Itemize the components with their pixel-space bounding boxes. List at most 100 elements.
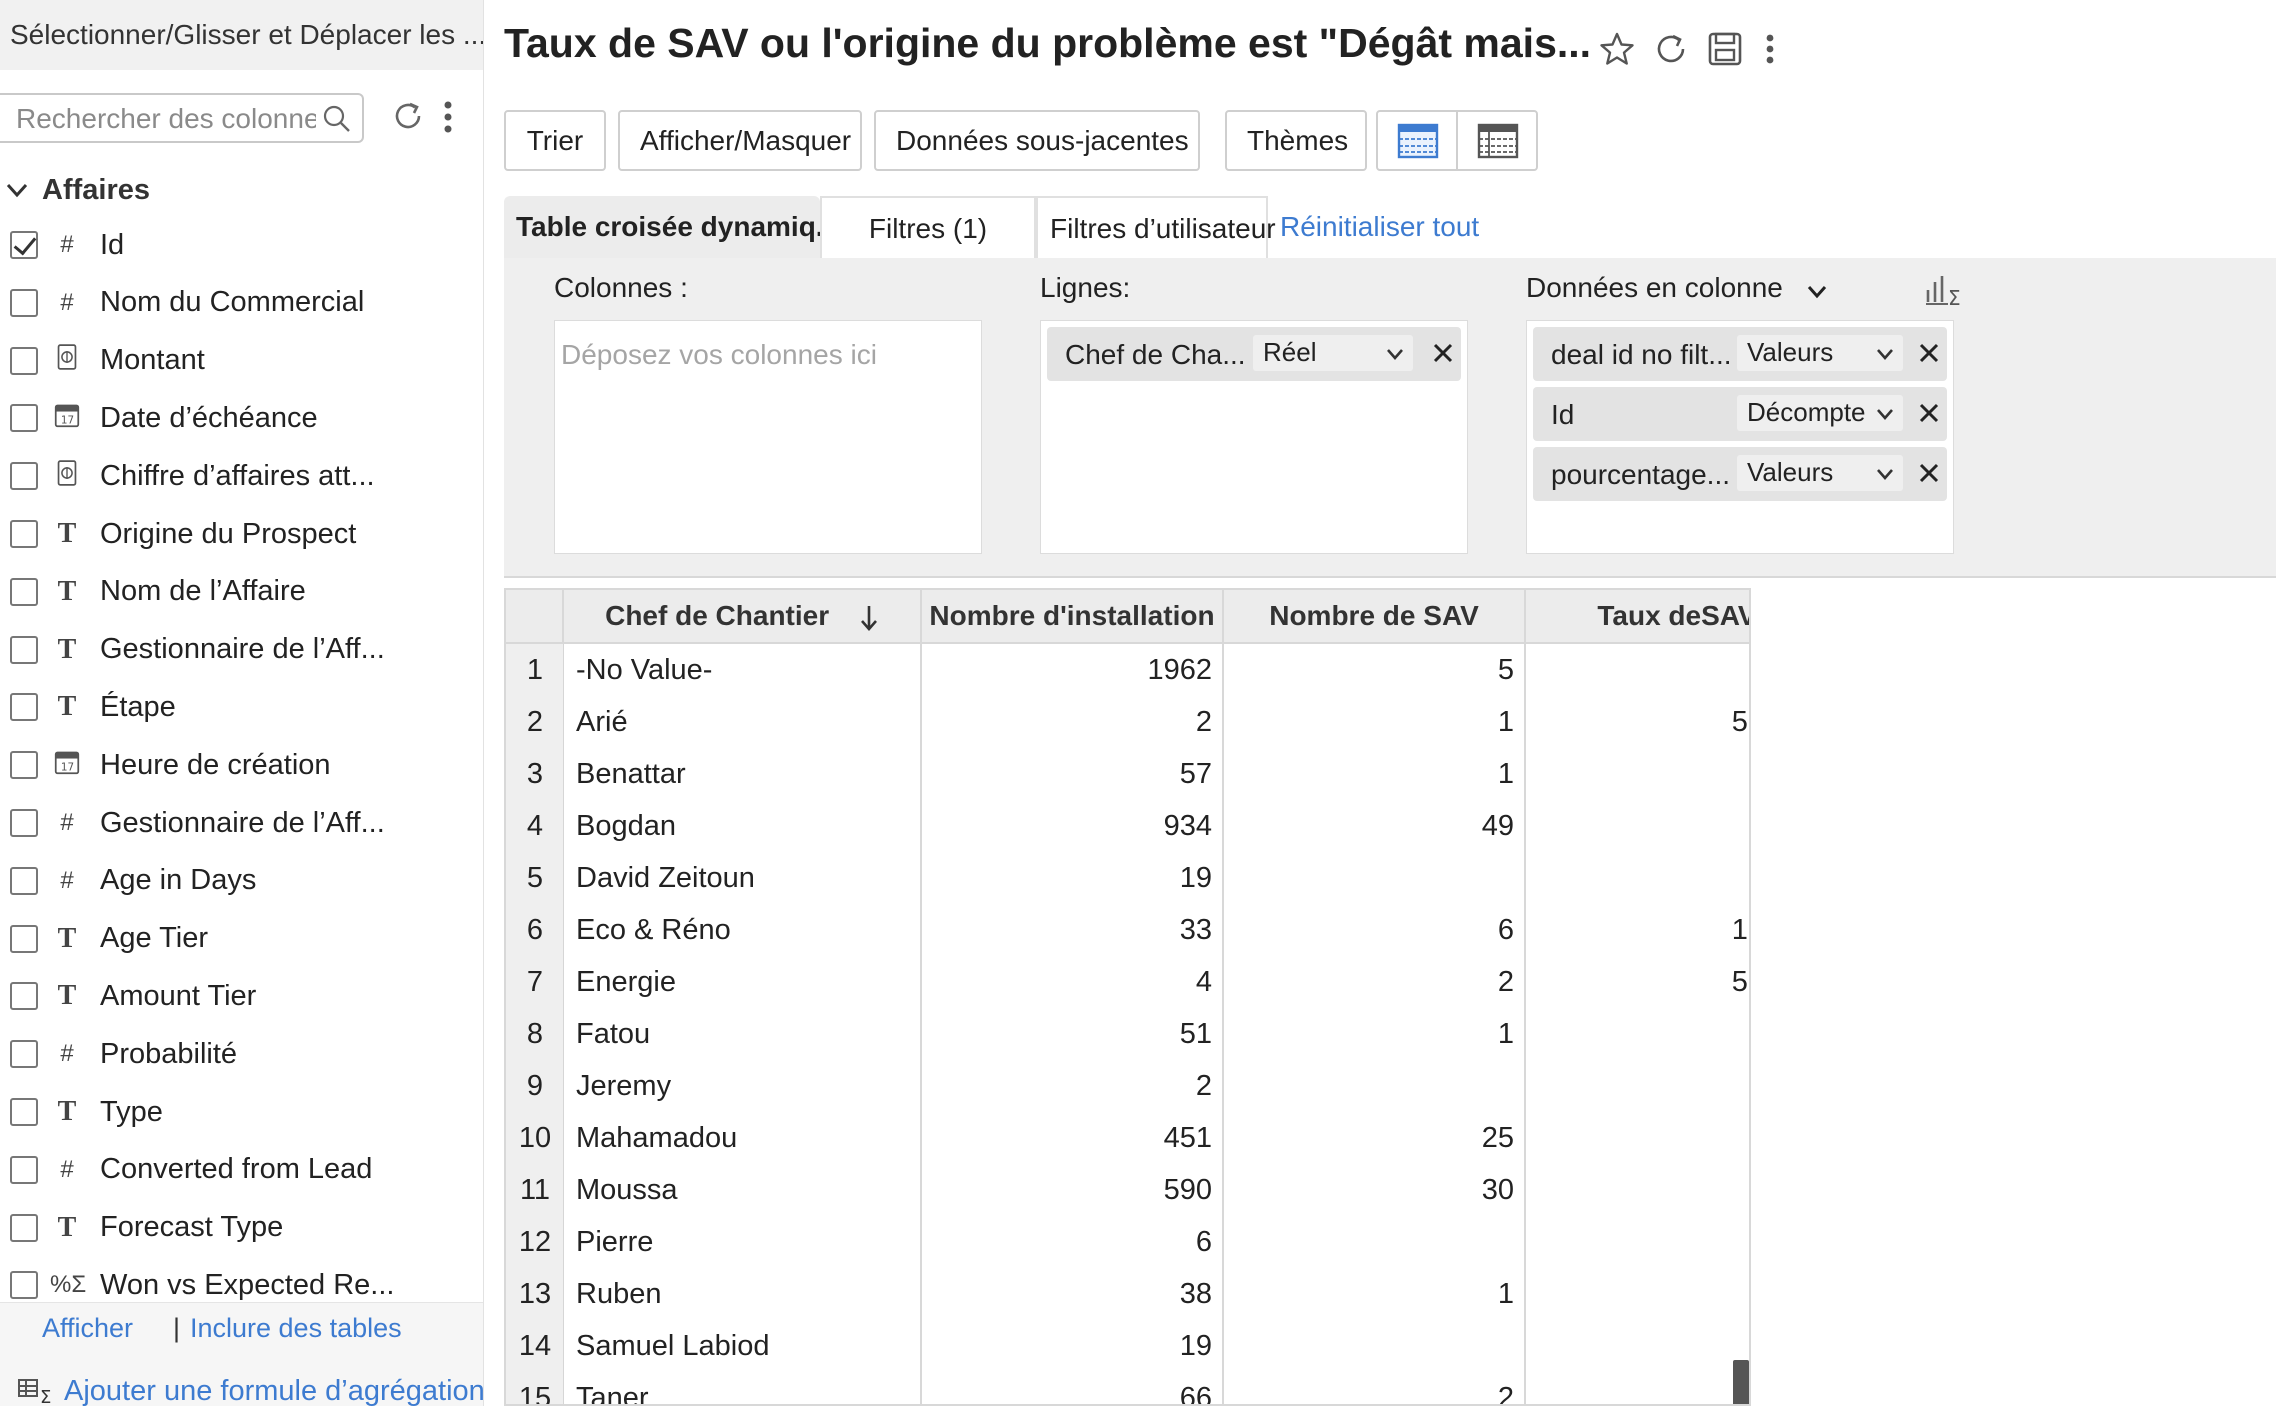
field-checkbox[interactable]: [10, 404, 38, 433]
chevron-down-icon[interactable]: [1806, 280, 1828, 302]
scrollbar-handle[interactable]: [1733, 1360, 1749, 1404]
field-checkbox[interactable]: [10, 635, 38, 664]
columns-drop-zone[interactable]: Déposez vos colonnes ici: [554, 320, 982, 554]
more-options-icon[interactable]: [436, 97, 460, 137]
field-item[interactable]: # Gestionnaire de l’Aff...: [0, 794, 483, 852]
aggregation-select[interactable]: Valeurs: [1737, 335, 1903, 371]
field-item[interactable]: # Nom du Commercial: [0, 274, 483, 332]
field-item[interactable]: # Id: [0, 216, 483, 274]
field-item[interactable]: T Type: [0, 1083, 483, 1141]
field-checkbox[interactable]: [10, 520, 38, 548]
field-checkbox[interactable]: [10, 1271, 38, 1300]
data-drop-zone[interactable]: deal id no filt... Valeurs Id Décompte pourc…: [1526, 320, 1954, 554]
column-header-sav-rate[interactable]: Taux deSAV: [1526, 590, 1749, 644]
field-checkbox[interactable]: [10, 577, 38, 606]
cell-installations: 2: [1195, 1070, 1212, 1102]
svg-text:17: 17: [61, 415, 74, 427]
show-hide-button[interactable]: Afficher/Masquer: [618, 110, 862, 171]
rows-drop-zone[interactable]: Chef de Cha... Réel: [1040, 320, 1468, 554]
close-icon[interactable]: [1431, 341, 1455, 365]
field-item[interactable]: %Σ Won vs Expected Re...: [0, 1256, 483, 1301]
field-item[interactable]: T Forecast Type: [0, 1199, 483, 1257]
refresh-icon[interactable]: [1652, 30, 1690, 68]
field-checkbox[interactable]: [10, 462, 38, 491]
cell-sav-rate: 0.3%: [1536, 644, 1749, 696]
search-box[interactable]: [0, 93, 364, 143]
field-checkbox[interactable]: [10, 1040, 38, 1069]
search-input[interactable]: [16, 101, 316, 137]
field-checkbox[interactable]: [10, 924, 38, 953]
field-checkbox[interactable]: [10, 809, 38, 837]
field-item[interactable]: T Amount Tier: [0, 967, 483, 1025]
underlying-data-button[interactable]: Données sous-jacentes: [874, 110, 1200, 171]
tab-user-filters[interactable]: Filtres d’utilisateur: [1036, 196, 1276, 258]
data-field-pill[interactable]: deal id no filt... Valeurs: [1533, 327, 1947, 381]
field-label: Date d’échéance: [100, 401, 318, 434]
field-checkbox[interactable]: [10, 231, 38, 259]
search-icon[interactable]: [322, 104, 352, 134]
refresh-icon[interactable]: [390, 98, 426, 134]
field-item[interactable]: # Probabilité: [0, 1025, 483, 1083]
column-header-installations[interactable]: Nombre d'installation: [922, 590, 1224, 644]
row-field-pill[interactable]: Chef de Cha... Réel: [1047, 327, 1461, 381]
star-icon[interactable]: [1598, 30, 1636, 68]
data-field-pill[interactable]: pourcentage... Valeurs: [1533, 447, 1947, 501]
cell-sav-count: 49: [1481, 810, 1514, 842]
include-tables-link[interactable]: Inclure des tables: [190, 1313, 402, 1344]
field-item[interactable]: T Nom de l’Affaire: [0, 563, 483, 621]
aggregate-formula-icon[interactable]: Σ: [18, 1377, 56, 1405]
field-item[interactable]: 17 Date d’échéance: [0, 389, 483, 447]
reset-all-link[interactable]: Réinitialiser tout: [1268, 196, 1491, 258]
field-item[interactable]: T Age Tier: [0, 910, 483, 968]
field-checkbox[interactable]: [10, 1213, 38, 1242]
date-type-icon: 17: [50, 402, 84, 435]
field-checkbox[interactable]: [10, 1155, 38, 1184]
row-number: 6: [526, 914, 544, 946]
themes-button[interactable]: Thèmes: [1225, 110, 1367, 171]
group-header-affaires[interactable]: Affaires: [0, 170, 150, 210]
chart-summary-icon[interactable]: Σ: [1924, 272, 1968, 310]
field-checkbox[interactable]: [10, 346, 38, 375]
text-type-icon: T: [57, 575, 77, 607]
column-header-chef-de-chantier[interactable]: Chef de Chantier: [564, 590, 922, 644]
number-type-icon: #: [60, 288, 74, 316]
cell-sav-count: [1236, 1216, 1514, 1268]
field-item[interactable]: T Étape: [0, 678, 483, 736]
aggregation-select[interactable]: Réel: [1253, 335, 1413, 371]
more-options-icon[interactable]: [1760, 30, 1780, 68]
field-item[interactable]: # Age in Days: [0, 852, 483, 910]
field-item[interactable]: T Gestionnaire de l’Aff...: [0, 621, 483, 679]
cell-chef-de-chantier: Eco & Réno: [576, 914, 731, 946]
field-item[interactable]: Chiffre d’affaires att...: [0, 447, 483, 505]
data-field-pill[interactable]: Id Décompte: [1533, 387, 1947, 441]
close-icon[interactable]: [1917, 401, 1941, 425]
pivot-view-button[interactable]: [1456, 110, 1538, 171]
field-item[interactable]: Montant: [0, 332, 483, 390]
field-item[interactable]: # Converted from Lead: [0, 1141, 483, 1199]
tab-filters[interactable]: Filtres (1): [820, 196, 1036, 258]
field-checkbox[interactable]: [10, 693, 38, 722]
cell-sav-count: 6: [1497, 914, 1514, 946]
field-checkbox[interactable]: [10, 1098, 38, 1126]
field-checkbox[interactable]: [10, 866, 38, 895]
tab-pivot-table[interactable]: Table croisée dynamiq...: [504, 196, 839, 258]
aggregation-select[interactable]: Valeurs: [1737, 455, 1903, 491]
close-icon[interactable]: [1917, 461, 1941, 485]
cell-sav-rate: [1536, 1216, 1749, 1268]
field-checkbox[interactable]: [10, 982, 38, 1011]
save-icon[interactable]: [1706, 30, 1744, 68]
data-columns-label[interactable]: Données en colonne: [1526, 272, 1783, 304]
close-icon[interactable]: [1917, 341, 1941, 365]
field-checkbox[interactable]: [10, 751, 38, 780]
table-view-button[interactable]: [1376, 110, 1458, 171]
field-checkbox[interactable]: [10, 288, 38, 317]
field-item[interactable]: 17 Heure de création: [0, 736, 483, 794]
sort-descending-icon[interactable]: [859, 603, 879, 633]
pivot-view-icon: [1477, 123, 1519, 159]
aggregation-select[interactable]: Décompte: [1737, 395, 1903, 431]
add-aggregate-formula-link[interactable]: Ajouter une formule d’agrégation: [64, 1375, 483, 1406]
column-header-sav-count[interactable]: Nombre de SAV: [1224, 590, 1526, 644]
sort-button[interactable]: Trier: [504, 110, 606, 171]
show-link[interactable]: Afficher: [42, 1313, 133, 1344]
field-item[interactable]: T Origine du Prospect: [0, 505, 483, 563]
